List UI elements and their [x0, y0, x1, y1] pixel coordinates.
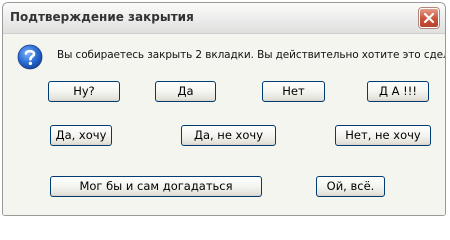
nu-button[interactable]: Ну? [48, 81, 120, 102]
dialog-window: Подтверждение закрытия Вы собираетесь за… [2, 2, 446, 216]
yes-want-button[interactable]: Да, хочу [50, 125, 112, 146]
close-button[interactable] [419, 8, 439, 28]
no-dont-want-button[interactable]: Нет, не хочу [335, 125, 431, 146]
no-button[interactable]: Нет [262, 81, 325, 102]
yes-emphatic-button[interactable]: Д А !!! [367, 81, 429, 102]
dialog-body: Вы собираетесь закрыть 2 вкладки. Вы дей… [3, 34, 445, 215]
could-guess-button[interactable]: Мог бы и сам догадаться [50, 176, 262, 197]
dialog-message: Вы собираетесь закрыть 2 вкладки. Вы дей… [57, 49, 446, 61]
question-icon [17, 44, 43, 70]
yes-button[interactable]: Да [155, 81, 216, 102]
window-title: Подтверждение закрытия [10, 10, 194, 24]
title-bar[interactable]: Подтверждение закрытия [3, 3, 445, 34]
close-icon [423, 12, 435, 24]
yes-dont-want-button[interactable]: Да, не хочу [181, 125, 276, 146]
oh-all-button[interactable]: Ой, всё. [316, 176, 385, 197]
